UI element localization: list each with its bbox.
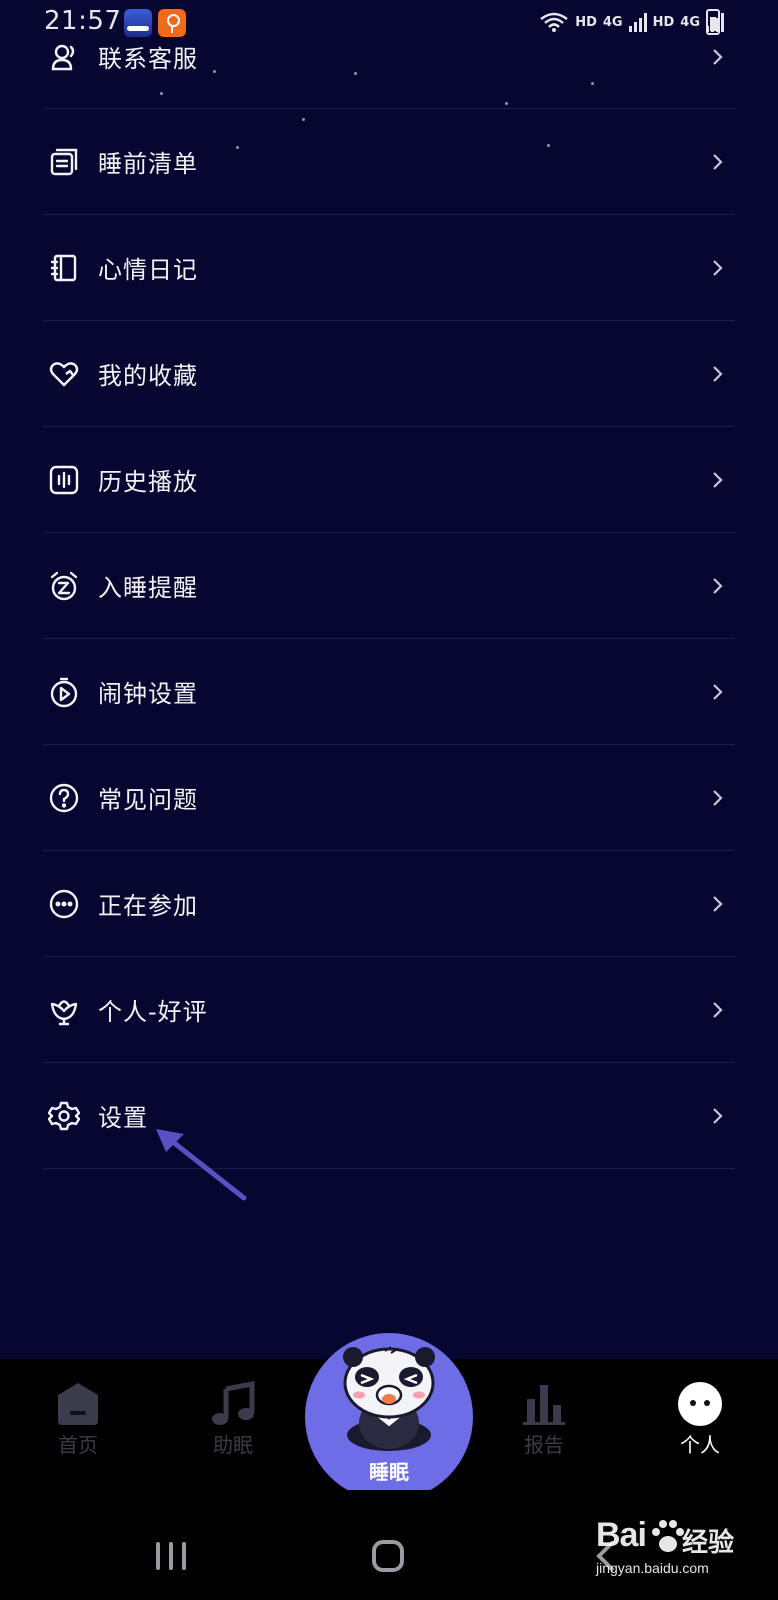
chevron-right-icon — [713, 683, 723, 700]
chevron-right-icon — [713, 895, 723, 912]
chevron-right-icon — [713, 577, 723, 594]
headset-user-icon — [48, 41, 80, 73]
menu-item-bedtime-checklist[interactable]: 睡前清单 — [43, 109, 735, 215]
menu-item-alarm-settings[interactable]: 闹钟设置 — [43, 639, 735, 745]
chevron-right-icon — [713, 789, 723, 806]
menu-label: 我的收藏 — [98, 362, 198, 390]
bar-chart-icon — [521, 1375, 567, 1427]
menu-item-rating[interactable]: 个人-好评 — [43, 957, 735, 1063]
menu-item-settings[interactable]: 设置 — [43, 1063, 735, 1169]
nav-sleep-aid[interactable]: 助眠 — [173, 1359, 293, 1490]
gear-icon — [48, 1100, 80, 1132]
chevron-right-icon — [713, 1107, 723, 1124]
chevron-right-icon — [713, 48, 723, 65]
question-icon — [48, 782, 80, 814]
chevron-right-icon — [713, 365, 723, 382]
menu-item-play-history[interactable]: 历史播放 — [43, 427, 735, 533]
menu-item-mood-diary[interactable]: 心情日记 — [43, 215, 735, 321]
nav-label: 个人 — [680, 1433, 720, 1457]
music-note-icon — [210, 1375, 256, 1427]
center-label: 睡眠 — [369, 1460, 409, 1484]
menu-label: 个人-好评 — [98, 998, 208, 1026]
watermark-brand-cn: 经验 — [682, 1528, 735, 1558]
audio-history-icon — [48, 464, 80, 496]
ellipsis-circle-icon — [48, 888, 80, 920]
chevron-right-icon — [713, 1001, 723, 1018]
menu-item-faq[interactable]: 常见问题 — [43, 745, 735, 851]
screen: 21:57 HD 4G HD 4G 联系客服 睡前清单 心情日记 我的收藏 历史… — [0, 0, 778, 1600]
heart-icon — [48, 358, 80, 390]
nav-home[interactable]: 首页 — [18, 1359, 138, 1490]
menu-label: 闹钟设置 — [98, 680, 198, 708]
profile-menu: 联系客服 睡前清单 心情日记 我的收藏 历史播放 入睡提醒 闹钟设置 常见问题 … — [43, 5, 735, 1169]
menu-item-participating[interactable]: 正在参加 — [43, 851, 735, 957]
menu-item-customer-service[interactable]: 联系客服 — [43, 5, 735, 109]
baidu-jingyan-watermark: Bai 经验 jingyan.baidu.com — [596, 1516, 746, 1586]
menu-label: 正在参加 — [98, 892, 198, 920]
alarm-z-icon — [48, 570, 80, 602]
chevron-right-icon — [713, 471, 723, 488]
chevron-right-icon — [713, 259, 723, 276]
watermark-brand: Bai — [596, 1516, 647, 1554]
home-button[interactable] — [372, 1540, 404, 1572]
menu-label: 常见问题 — [98, 786, 198, 814]
panda-mascot-icon — [343, 1346, 435, 1451]
notebook-icon — [48, 252, 80, 284]
checklist-icon — [48, 146, 80, 178]
sleep-center-button[interactable]: 睡眠 — [305, 1333, 473, 1501]
menu-label: 联系客服 — [98, 45, 198, 73]
nav-report[interactable]: 报告 — [484, 1359, 604, 1490]
face-icon — [677, 1375, 723, 1427]
nav-label: 助眠 — [213, 1433, 253, 1457]
menu-item-favorites[interactable]: 我的收藏 — [43, 321, 735, 427]
menu-label: 睡前清单 — [98, 150, 198, 178]
recents-button[interactable] — [156, 1542, 186, 1570]
annotation-arrow — [156, 1129, 247, 1201]
nav-label: 报告 — [524, 1433, 564, 1457]
timer-play-icon — [48, 676, 80, 708]
menu-item-sleep-reminder[interactable]: 入睡提醒 — [43, 533, 735, 639]
flower-icon — [48, 994, 80, 1026]
home-icon — [55, 1375, 101, 1427]
nav-me[interactable]: 个人 — [640, 1359, 760, 1490]
nav-label: 首页 — [58, 1433, 98, 1457]
menu-label: 入睡提醒 — [98, 574, 198, 602]
menu-label: 设置 — [98, 1104, 148, 1132]
chevron-right-icon — [713, 153, 723, 170]
watermark-url: jingyan.baidu.com — [596, 1560, 709, 1576]
menu-label: 心情日记 — [98, 256, 198, 284]
menu-label: 历史播放 — [98, 468, 198, 496]
